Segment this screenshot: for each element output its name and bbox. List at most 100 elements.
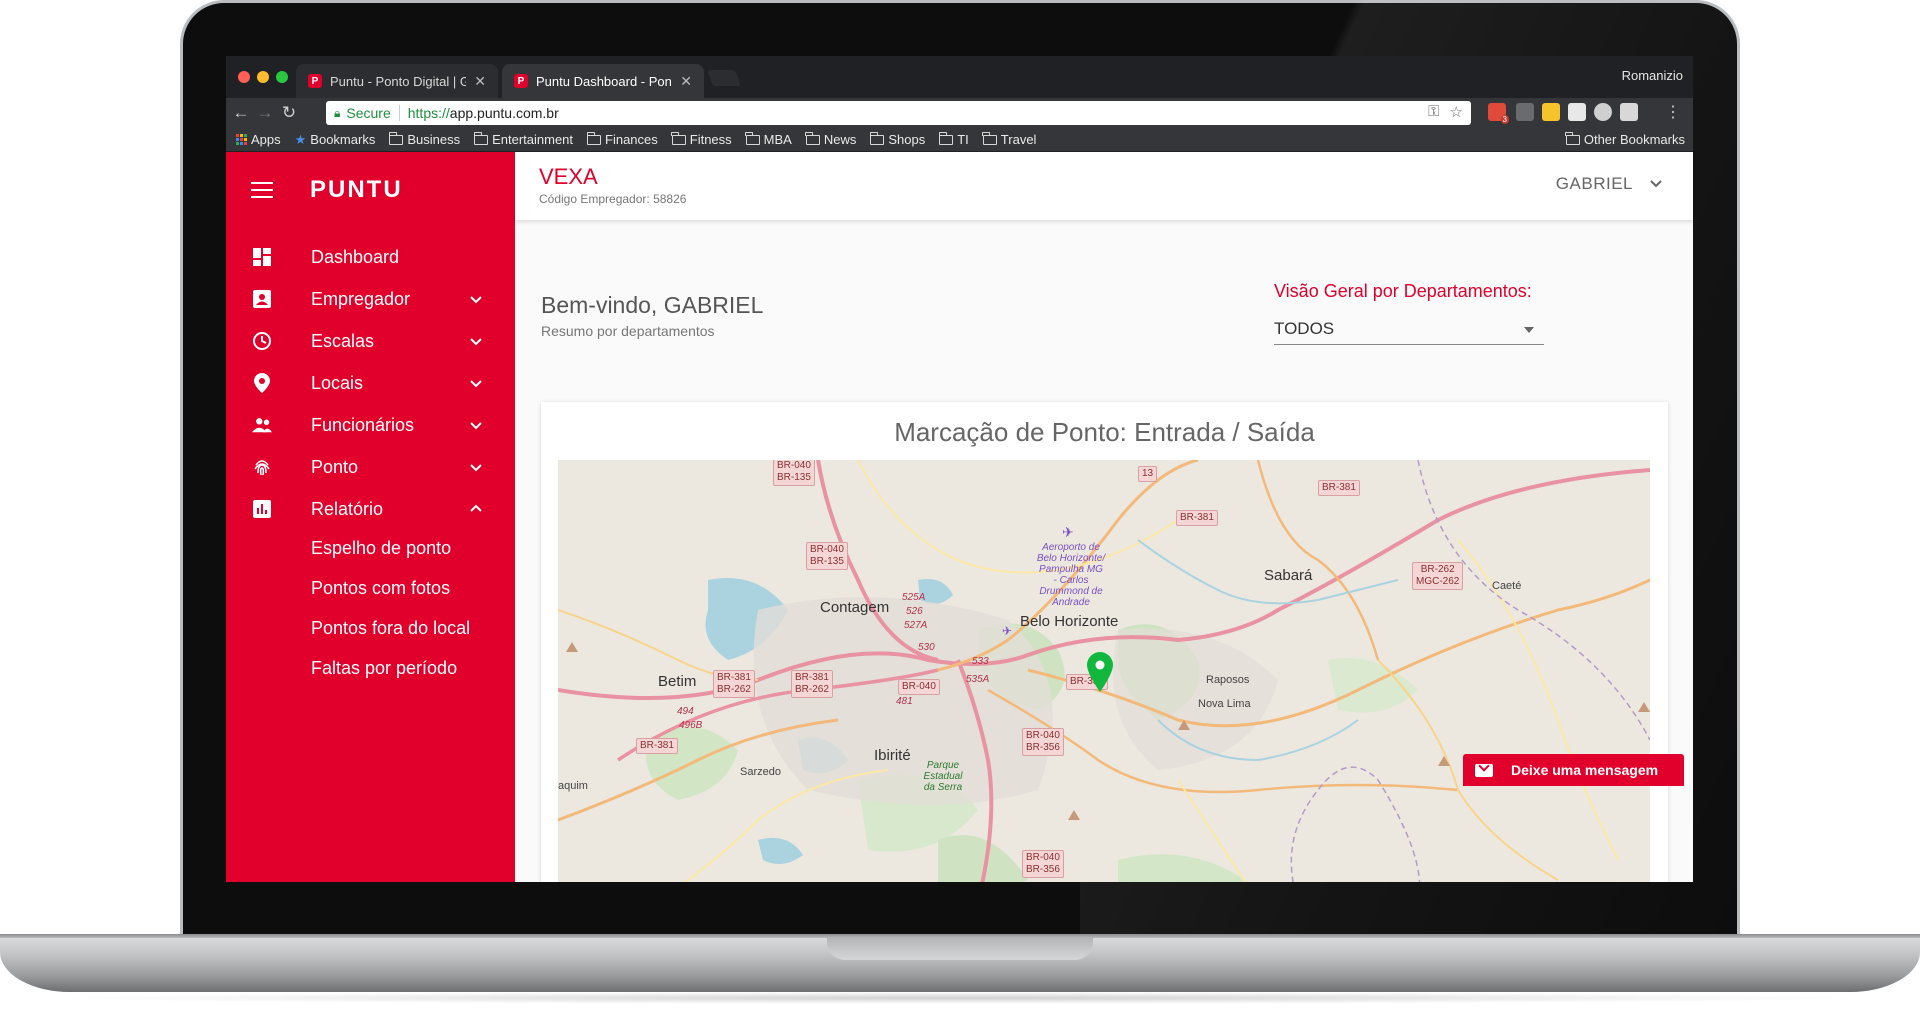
forward-arrow-icon[interactable]: → bbox=[254, 102, 276, 124]
sidebar-item-label: Funcionários bbox=[311, 414, 415, 435]
sidebar-item-ponto[interactable]: Ponto bbox=[226, 447, 515, 487]
sidebar-item-funcionarios[interactable]: Funcionários bbox=[226, 405, 515, 445]
address-bar[interactable]: 🔒︎ Secure https:// app.puntu.com.br ⚿ ☆ bbox=[326, 101, 1471, 125]
city-label: Sarzedo bbox=[740, 766, 781, 778]
chevron-down-icon bbox=[470, 464, 482, 472]
apps-grid-icon bbox=[236, 134, 247, 145]
browser-toolbar: ← → ↻ 🔒︎ Secure https:// app.puntu.com.b… bbox=[226, 98, 1693, 128]
brand-logo[interactable]: PUNTU bbox=[310, 176, 403, 204]
road-number: 526 bbox=[906, 606, 923, 617]
browser-tab-1[interactable]: P Puntu - Ponto Digital | Gestão ✕ bbox=[296, 64, 498, 98]
star-bookmark-icon[interactable]: ☆ bbox=[1450, 103, 1463, 121]
browser-tab-2[interactable]: P Puntu Dashboard - Ponto Digital ✕ bbox=[502, 64, 704, 98]
star-icon: ★ bbox=[294, 131, 307, 147]
back-arrow-icon[interactable]: ← bbox=[230, 102, 252, 124]
extension-globe-icon[interactable] bbox=[1594, 103, 1612, 121]
hamburger-menu-icon[interactable] bbox=[251, 182, 273, 200]
extension-calendar-icon[interactable]: 3 bbox=[1488, 103, 1509, 124]
extension-keyboard-icon[interactable] bbox=[1516, 103, 1534, 121]
people-icon bbox=[252, 415, 272, 435]
browser-menu-icon[interactable]: ⋮ bbox=[1662, 102, 1684, 124]
bookmark-folder[interactable]: TI bbox=[938, 131, 969, 147]
user-menu[interactable]: GABRIEL bbox=[1556, 174, 1633, 194]
close-tab-icon[interactable]: ✕ bbox=[474, 73, 486, 90]
chevron-down-icon[interactable] bbox=[1649, 176, 1663, 190]
bookmark-folder[interactable]: Entertainment bbox=[473, 131, 574, 147]
bookmark-label: Bookmarks bbox=[310, 132, 376, 147]
folder-icon bbox=[938, 131, 954, 145]
extension-notes-icon[interactable] bbox=[1542, 103, 1560, 121]
bookmark-label: Entertainment bbox=[492, 132, 574, 147]
bookmark-folder[interactable]: News bbox=[805, 131, 856, 147]
folder-icon bbox=[869, 131, 885, 145]
other-bookmarks[interactable]: Other Bookmarks bbox=[1565, 131, 1685, 147]
puntu-favicon-icon: P bbox=[514, 74, 528, 88]
close-tab-icon[interactable]: ✕ bbox=[680, 73, 692, 90]
bookmark-folder[interactable]: Fitness bbox=[671, 131, 732, 147]
bookmark-label: Apps bbox=[251, 132, 281, 147]
sidebar-subitem-pontos-com-fotos[interactable]: Pontos com fotos bbox=[311, 578, 450, 599]
location-marker-icon[interactable] bbox=[1087, 652, 1113, 692]
airplane-icon: ✈ bbox=[1002, 624, 1013, 638]
sidebar-subitem-espelho-de-ponto[interactable]: Espelho de ponto bbox=[311, 538, 451, 559]
minimize-window-button[interactable] bbox=[257, 71, 269, 83]
sidebar-item-locais[interactable]: Locais bbox=[226, 363, 515, 403]
bookmark-bookmarks[interactable]: ★ Bookmarks bbox=[295, 132, 376, 148]
road-shield: BR-381 BR-262 bbox=[791, 670, 833, 698]
bookmark-label: Fitness bbox=[689, 132, 732, 147]
reload-icon[interactable]: ↻ bbox=[278, 102, 300, 124]
sidebar-item-dashboard[interactable]: Dashboard bbox=[226, 237, 515, 277]
leave-message-button[interactable]: Deixe uma mensagem bbox=[1463, 754, 1684, 786]
chevron-down-icon bbox=[470, 380, 482, 388]
dropdown-caret-icon bbox=[1524, 327, 1534, 333]
sidebar-subitem-faltas-por-periodo[interactable]: Faltas por período bbox=[311, 658, 457, 679]
bookmarks-bar: Apps ★ Bookmarks Business Entertainment … bbox=[226, 128, 1693, 152]
maximize-window-button[interactable] bbox=[276, 71, 288, 83]
chevron-down-icon bbox=[470, 338, 482, 346]
sidebar-item-empregador[interactable]: Empregador bbox=[226, 279, 515, 319]
bookmark-label: TI bbox=[957, 132, 969, 147]
sidebar-item-label: Dashboard bbox=[311, 246, 400, 267]
bookmark-label: Finances bbox=[605, 132, 658, 147]
folder-icon bbox=[586, 131, 602, 145]
road-number: 481 bbox=[896, 696, 913, 707]
road-shield: BR-262 MGC-262 bbox=[1412, 562, 1464, 590]
bar-chart-icon bbox=[252, 499, 272, 519]
sidebar-item-label: Ponto bbox=[311, 456, 359, 477]
browser-profile-name[interactable]: Romanizio bbox=[1622, 68, 1683, 83]
divider bbox=[398, 105, 400, 121]
sidebar-item-label: Relatório bbox=[311, 498, 384, 519]
road-shield: BR-040 bbox=[898, 679, 940, 695]
envelope-icon bbox=[1475, 763, 1493, 777]
bookmark-apps[interactable]: Apps bbox=[236, 132, 281, 147]
extension-chat-icon[interactable] bbox=[1620, 103, 1638, 121]
card-title: Marcação de Ponto: Entrada / Saída bbox=[894, 417, 1315, 447]
secure-label: Secure bbox=[346, 105, 391, 121]
sidebar-subitem-pontos-fora-do-local[interactable]: Pontos fora do local bbox=[311, 618, 470, 639]
sidebar-item-escalas[interactable]: Escalas bbox=[226, 321, 515, 361]
sidebar-item-relatorio[interactable]: Relatório bbox=[226, 489, 515, 529]
department-select[interactable]: TODOS bbox=[1274, 313, 1544, 345]
puntu-app: PUNTU Dashboard Empregador Escalas Locai… bbox=[226, 152, 1693, 882]
tab-title: Puntu Dashboard - Ponto Digital bbox=[536, 73, 672, 89]
park-label: Parque Estadual da Serra bbox=[923, 760, 963, 793]
city-label: Belo Horizonte bbox=[1020, 613, 1119, 630]
key-icon[interactable]: ⚿ bbox=[1428, 103, 1439, 121]
chevron-down-icon bbox=[470, 296, 482, 304]
bookmark-folder[interactable]: Finances bbox=[586, 131, 658, 147]
road-shield: BR-040 BR-356 bbox=[1022, 728, 1064, 756]
sidebar-item-label: Escalas bbox=[311, 330, 375, 351]
attendance-map[interactable]: BR-040 BR-135 13 BR-381 BR-381 BR-040 BR… bbox=[558, 460, 1650, 882]
road-number: 533 bbox=[972, 656, 989, 667]
new-tab-button[interactable] bbox=[707, 70, 741, 86]
bookmark-folder[interactable]: Business bbox=[388, 131, 460, 147]
bookmark-folder[interactable]: Shops bbox=[869, 131, 925, 147]
extension-image-icon[interactable] bbox=[1568, 103, 1586, 121]
other-bookmarks-label: Other Bookmarks bbox=[1583, 132, 1685, 147]
location-pin-icon bbox=[252, 373, 272, 393]
close-window-button[interactable] bbox=[238, 71, 250, 83]
welcome-subtitle: Resumo por departamentos bbox=[541, 323, 715, 339]
bookmark-folder[interactable]: Travel bbox=[982, 131, 1036, 147]
bookmark-folder[interactable]: MBA bbox=[745, 131, 792, 147]
tab-title: Puntu - Ponto Digital | Gestão bbox=[330, 73, 467, 89]
